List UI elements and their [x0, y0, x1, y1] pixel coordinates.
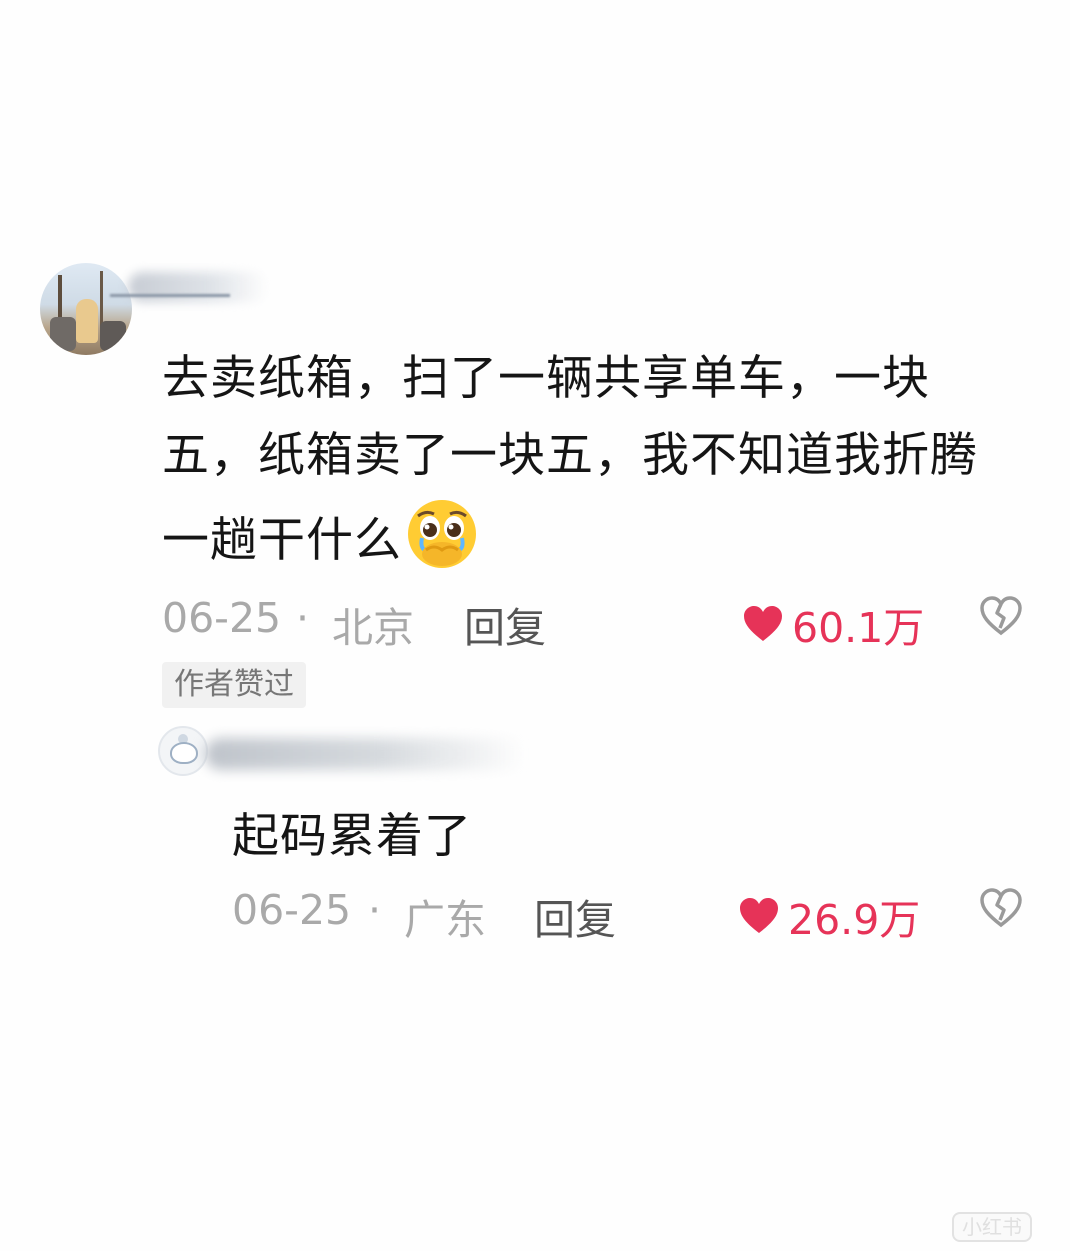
reply-button[interactable]: 回复 [464, 594, 546, 654]
broken-heart-icon[interactable] [980, 596, 1022, 636]
commenter-name-blur-line [110, 294, 230, 297]
commenter-name-blurred[interactable] [128, 272, 268, 302]
meta-separator: · [296, 594, 310, 642]
comment-text-line-1: 去卖纸箱，扫了一辆共享单车，一块 [162, 351, 930, 406]
heart-filled-icon [744, 606, 782, 641]
avatar-stone-shape [50, 317, 76, 351]
broken-heart-icon[interactable] [980, 888, 1022, 928]
replier-avatar-face-shape [170, 742, 198, 764]
reply-location: 广东 [404, 896, 486, 944]
reply-date: 06-25 [232, 886, 352, 934]
author-liked-badge: 作者赞过 [162, 662, 306, 708]
like-count: 60.1万 [792, 604, 925, 652]
reply-meta-row: 06-25 · 广东 回复 26.9万 [232, 880, 1032, 944]
reply-like-button[interactable]: 26.9万 [738, 886, 920, 946]
reply-text: 起码累着了 [232, 809, 472, 864]
reply-like-count: 26.9万 [788, 896, 921, 944]
avatar-figure-shape [76, 299, 98, 343]
comment-text-line-3-text: 一趟干什么 [162, 513, 402, 568]
comment-text-line-2: 五，纸箱卖了一块五，我不知道我折腾 [162, 428, 978, 483]
reply-reply-button[interactable]: 回复 [534, 886, 616, 946]
comment-text: 去卖纸箱，扫了一辆共享单车，一块 五，纸箱卖了一块五，我不知道我折腾 一趟干什么 [162, 340, 1032, 579]
replier-avatar[interactable] [158, 726, 208, 776]
replier-name-blurred[interactable] [205, 738, 525, 770]
comment-meta-row: 06-25 · 北京 回复 60.1万 [162, 588, 1032, 652]
pleading-face-icon [402, 494, 482, 574]
comment-location: 北京 [332, 604, 414, 652]
xiaohongshu-watermark: 小红书 [952, 1212, 1032, 1242]
comment-text-line-3: 一趟干什么 [162, 494, 1032, 579]
meta-separator: · [368, 886, 382, 934]
like-button[interactable]: 60.1万 [742, 594, 924, 654]
comment-date: 06-25 [162, 594, 282, 642]
avatar-stone-shape-2 [100, 321, 126, 351]
commenter-avatar[interactable] [40, 263, 132, 355]
heart-filled-icon [740, 898, 778, 933]
